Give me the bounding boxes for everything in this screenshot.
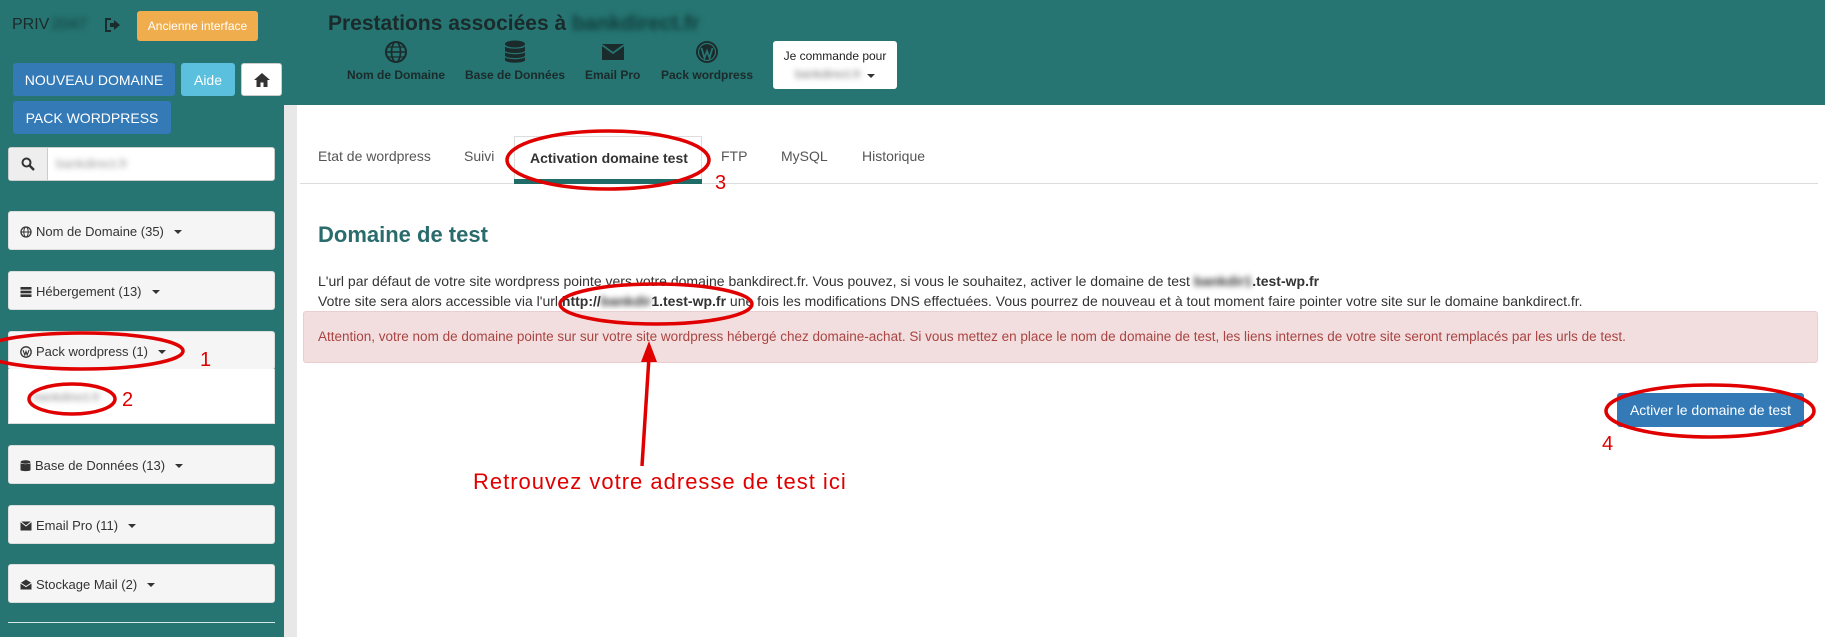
wordpress-icon	[20, 345, 32, 358]
service-label: Nom de Domaine	[347, 68, 446, 82]
mail-storage-icon	[20, 579, 32, 590]
service-label: Base de Données	[465, 68, 566, 82]
search-input[interactable]: bankdirect.fr	[56, 156, 128, 171]
service-email-pro[interactable]: Email Pro	[585, 40, 640, 82]
panel-pack-wordpress[interactable]: Pack wordpress (1)	[8, 331, 275, 370]
chevron-down-icon	[151, 289, 160, 294]
tab-etat-wordpress[interactable]: Etat de wordpress	[318, 148, 431, 164]
page-title-prefix: Prestations associées à	[328, 12, 567, 35]
annotation-number-4: 4	[1602, 433, 1613, 455]
envelope-icon	[601, 44, 625, 60]
info-line-2-suffix: une fois les modifications DNS effectuée…	[729, 293, 1583, 309]
panel-hebergement[interactable]: Hébergement (13)	[8, 271, 275, 310]
panel-label: Stockage Mail (2)	[36, 577, 138, 592]
order-for-dropdown[interactable]: Je commande pour bankdirect.fr	[773, 41, 897, 89]
test-url-masked: bankdir	[600, 293, 652, 309]
annotation-caption: Retrouvez votre adresse de test ici	[473, 469, 847, 494]
order-for-label: Je commande pour	[783, 49, 887, 63]
order-for-value: bankdirect.fr	[794, 67, 862, 81]
warning-alert-text: Attention, votre nom de domaine pointe s…	[318, 329, 1626, 344]
account-prefix: PRIV	[12, 16, 50, 33]
help-button[interactable]: Aide	[181, 63, 235, 96]
sidebar-divider	[284, 105, 297, 637]
tab-label: Activation domaine test	[530, 150, 688, 166]
active-tab-indicator	[514, 179, 702, 184]
account-id: PRIV 2047	[12, 16, 87, 34]
panel-base-de-donnees[interactable]: Base de Données (13)	[8, 445, 275, 484]
warning-alert: Attention, votre nom de domaine pointe s…	[303, 311, 1818, 363]
page-title-domain: bankdirect.fr	[571, 12, 700, 35]
logout-icon[interactable]	[103, 16, 121, 34]
info-line-2-prefix: Votre site sera alors accessible via l'u…	[318, 293, 558, 309]
test-domain-masked: bankdir1	[1193, 273, 1253, 289]
service-nom-de-domaine[interactable]: Nom de Domaine	[347, 40, 445, 82]
chevron-down-icon	[867, 74, 876, 78]
panel-label: Pack wordpress (1)	[36, 344, 148, 359]
info-line-2: Votre site sera alors accessible via l'u…	[318, 293, 1583, 309]
panel-nom-de-domaine[interactable]: Nom de Domaine (35)	[8, 211, 275, 250]
chevron-down-icon	[147, 582, 156, 587]
service-base-de-donnees[interactable]: Base de Données	[465, 40, 565, 82]
globe-icon	[20, 225, 32, 238]
test-url-end: 1.test-wp.fr	[651, 293, 727, 309]
chevron-down-icon	[128, 523, 137, 528]
panel-label: Hébergement (13)	[36, 284, 142, 299]
globe-icon	[385, 41, 407, 63]
chevron-down-icon	[175, 463, 184, 468]
panel-label: Nom de Domaine (35)	[36, 224, 164, 239]
tab-activation-domaine-test[interactable]: Activation domaine test	[514, 136, 702, 183]
account-masked: 2047	[51, 16, 87, 33]
pack-wordpress-item[interactable]: bankdirect.fr	[34, 390, 100, 404]
sidebar-separator	[8, 622, 275, 623]
old-interface-button[interactable]: Ancienne interface	[137, 11, 258, 41]
tab-historique[interactable]: Historique	[862, 148, 925, 164]
panel-stockage-mail[interactable]: Stockage Mail (2)	[8, 564, 275, 603]
page-title: Prestations associées à bankdirect.fr	[328, 12, 699, 36]
home-icon	[253, 72, 270, 87]
search-icon	[21, 157, 35, 171]
tab-ftp[interactable]: FTP	[721, 148, 747, 164]
tab-suivi[interactable]: Suivi	[464, 148, 494, 164]
panel-label: Base de Données (13)	[35, 458, 166, 473]
database-icon	[20, 459, 31, 471]
wordpress-icon	[696, 41, 719, 63]
info-line-1-text: L'url par défaut de votre site wordpress…	[318, 273, 1190, 289]
envelope-icon	[20, 520, 32, 530]
service-label: Email Pro	[585, 68, 641, 82]
service-label: Pack wordpress	[661, 68, 754, 82]
server-icon	[20, 286, 32, 297]
section-title: Domaine de test	[318, 222, 488, 247]
tab-mysql[interactable]: MySQL	[781, 148, 828, 164]
search-addon[interactable]	[9, 148, 48, 180]
test-domain-suffix: .test-wp.fr	[1252, 273, 1320, 289]
search-box[interactable]: bankdirect.fr	[8, 147, 275, 181]
home-button[interactable]	[241, 63, 282, 96]
info-line-1: L'url par défaut de votre site wordpress…	[318, 273, 1319, 289]
database-icon	[504, 40, 526, 63]
annotation-arrow-shaft	[640, 356, 651, 467]
pack-wordpress-button[interactable]: PACK WORDPRESS	[13, 101, 171, 134]
test-url-start: http://	[561, 293, 601, 309]
chevron-down-icon	[157, 349, 166, 354]
new-domain-button[interactable]: NOUVEAU DOMAINE	[13, 63, 175, 96]
panel-email-pro[interactable]: Email Pro (11)	[8, 505, 275, 544]
order-for-value-row: bankdirect.fr	[773, 67, 897, 81]
panel-label: Email Pro (11)	[36, 518, 119, 533]
service-pack-wordpress[interactable]: Pack wordpress	[661, 40, 753, 82]
chevron-down-icon	[173, 229, 182, 234]
activate-test-domain-button[interactable]: Activer le domaine de test	[1617, 393, 1804, 427]
